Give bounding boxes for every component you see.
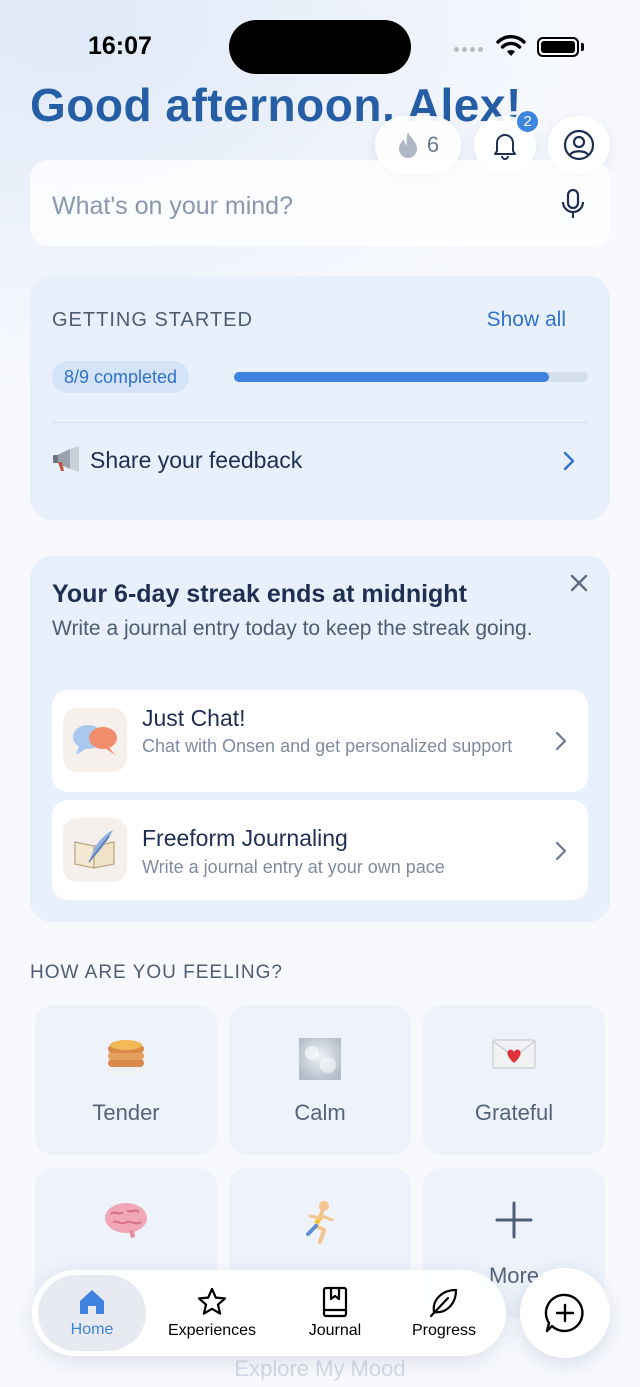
freeform-journaling-option[interactable]: Freeform Journaling Write a journal entr… <box>52 800 588 900</box>
chevron-right-icon <box>555 731 567 751</box>
status-bar: 16:07 <box>0 0 640 90</box>
love-letter-icon <box>492 1039 536 1069</box>
plus-icon <box>495 1201 533 1239</box>
tab-experiences[interactable]: Experiences <box>158 1275 266 1351</box>
just-chat-title: Just Chat! <box>142 705 246 731</box>
chevron-right-icon <box>555 841 567 861</box>
tab-label: Progress <box>411 1322 477 1339</box>
tab-label: Home <box>70 1321 114 1338</box>
wifi-icon <box>496 35 526 56</box>
freeform-journaling-description: Write a journal entry at your own pace <box>142 857 445 877</box>
star-icon <box>197 1287 227 1315</box>
microphone-icon[interactable] <box>560 188 586 220</box>
streak-card-subtitle: Write a journal entry today to keep the … <box>52 617 533 640</box>
greeting-title: Good afternoon, Alex! <box>30 79 522 122</box>
mood-grateful[interactable]: Grateful <box>423 1005 605 1155</box>
megaphone-icon <box>53 446 79 472</box>
home-icon <box>80 1290 104 1314</box>
progress-bar <box>234 372 588 382</box>
share-feedback-label: Share your feedback <box>90 446 303 473</box>
progress-label: 8/9 completed <box>52 361 190 393</box>
just-chat-option[interactable]: Just Chat! Chat with Onsen and get perso… <box>52 690 588 792</box>
notification-badge: 2 <box>515 109 540 134</box>
cellular-signal-icon <box>454 47 483 52</box>
tab-home[interactable]: Home <box>38 1275 146 1351</box>
streak-card-title: Your 6-day streak ends at midnight <box>52 580 467 608</box>
journal-icon <box>322 1286 348 1318</box>
streak-count: 6 <box>426 132 440 157</box>
show-all-link[interactable]: Show all <box>487 308 566 332</box>
bell-icon <box>494 134 516 160</box>
calm-texture-icon <box>299 1038 341 1080</box>
battery-icon <box>537 37 579 57</box>
divider <box>52 422 588 423</box>
runner-icon <box>306 1201 334 1244</box>
chat-plus-icon <box>544 1293 584 1333</box>
streak-card: Your 6-day streak ends at midnight Write… <box>30 556 610 922</box>
just-chat-description: Chat with Onsen and get personalized sup… <box>142 736 513 756</box>
status-time: 16:07 <box>88 32 152 60</box>
pancakes-icon <box>106 1040 146 1075</box>
brain-icon <box>105 1203 147 1238</box>
tab-journal[interactable]: Journal <box>282 1275 388 1351</box>
explore-my-mood-button[interactable]: Explore My Mood <box>0 1356 640 1382</box>
tab-label: Experiences <box>167 1322 257 1339</box>
quill-book-icon <box>63 818 127 882</box>
tab-bar: Home Experiences Journal Progress <box>32 1270 506 1356</box>
mood-label: Grateful <box>474 1100 554 1125</box>
chat-bubbles-icon <box>63 708 127 772</box>
journal-prompt-placeholder: What's on your mind? <box>52 192 293 220</box>
user-circle-icon <box>563 129 595 161</box>
flame-icon <box>398 132 417 158</box>
mood-label: Tender <box>92 1100 160 1125</box>
close-icon[interactable] <box>570 574 588 592</box>
progress-bar-fill <box>234 372 549 382</box>
chevron-right-icon <box>563 451 575 471</box>
tab-progress[interactable]: Progress <box>392 1275 496 1351</box>
getting-started-title: GETTING STARTED <box>52 309 253 331</box>
mood-calm[interactable]: Calm <box>229 1005 411 1155</box>
leaf-icon <box>429 1288 458 1318</box>
getting-started-card: GETTING STARTED Show all 8/9 completed S… <box>30 276 610 520</box>
tab-label: Journal <box>308 1322 362 1339</box>
mood-label: Calm <box>294 1100 346 1125</box>
journal-prompt-input[interactable]: What's on your mind? <box>30 160 610 246</box>
new-entry-button[interactable] <box>520 1268 610 1358</box>
battery-cap <box>581 43 584 51</box>
dynamic-island <box>229 20 411 74</box>
mood-tender[interactable]: Tender <box>35 1005 217 1155</box>
share-feedback-row[interactable]: Share your feedback <box>52 446 302 474</box>
feelings-heading: HOW ARE YOU FEELING? <box>30 962 283 983</box>
freeform-journaling-title: Freeform Journaling <box>142 825 348 851</box>
